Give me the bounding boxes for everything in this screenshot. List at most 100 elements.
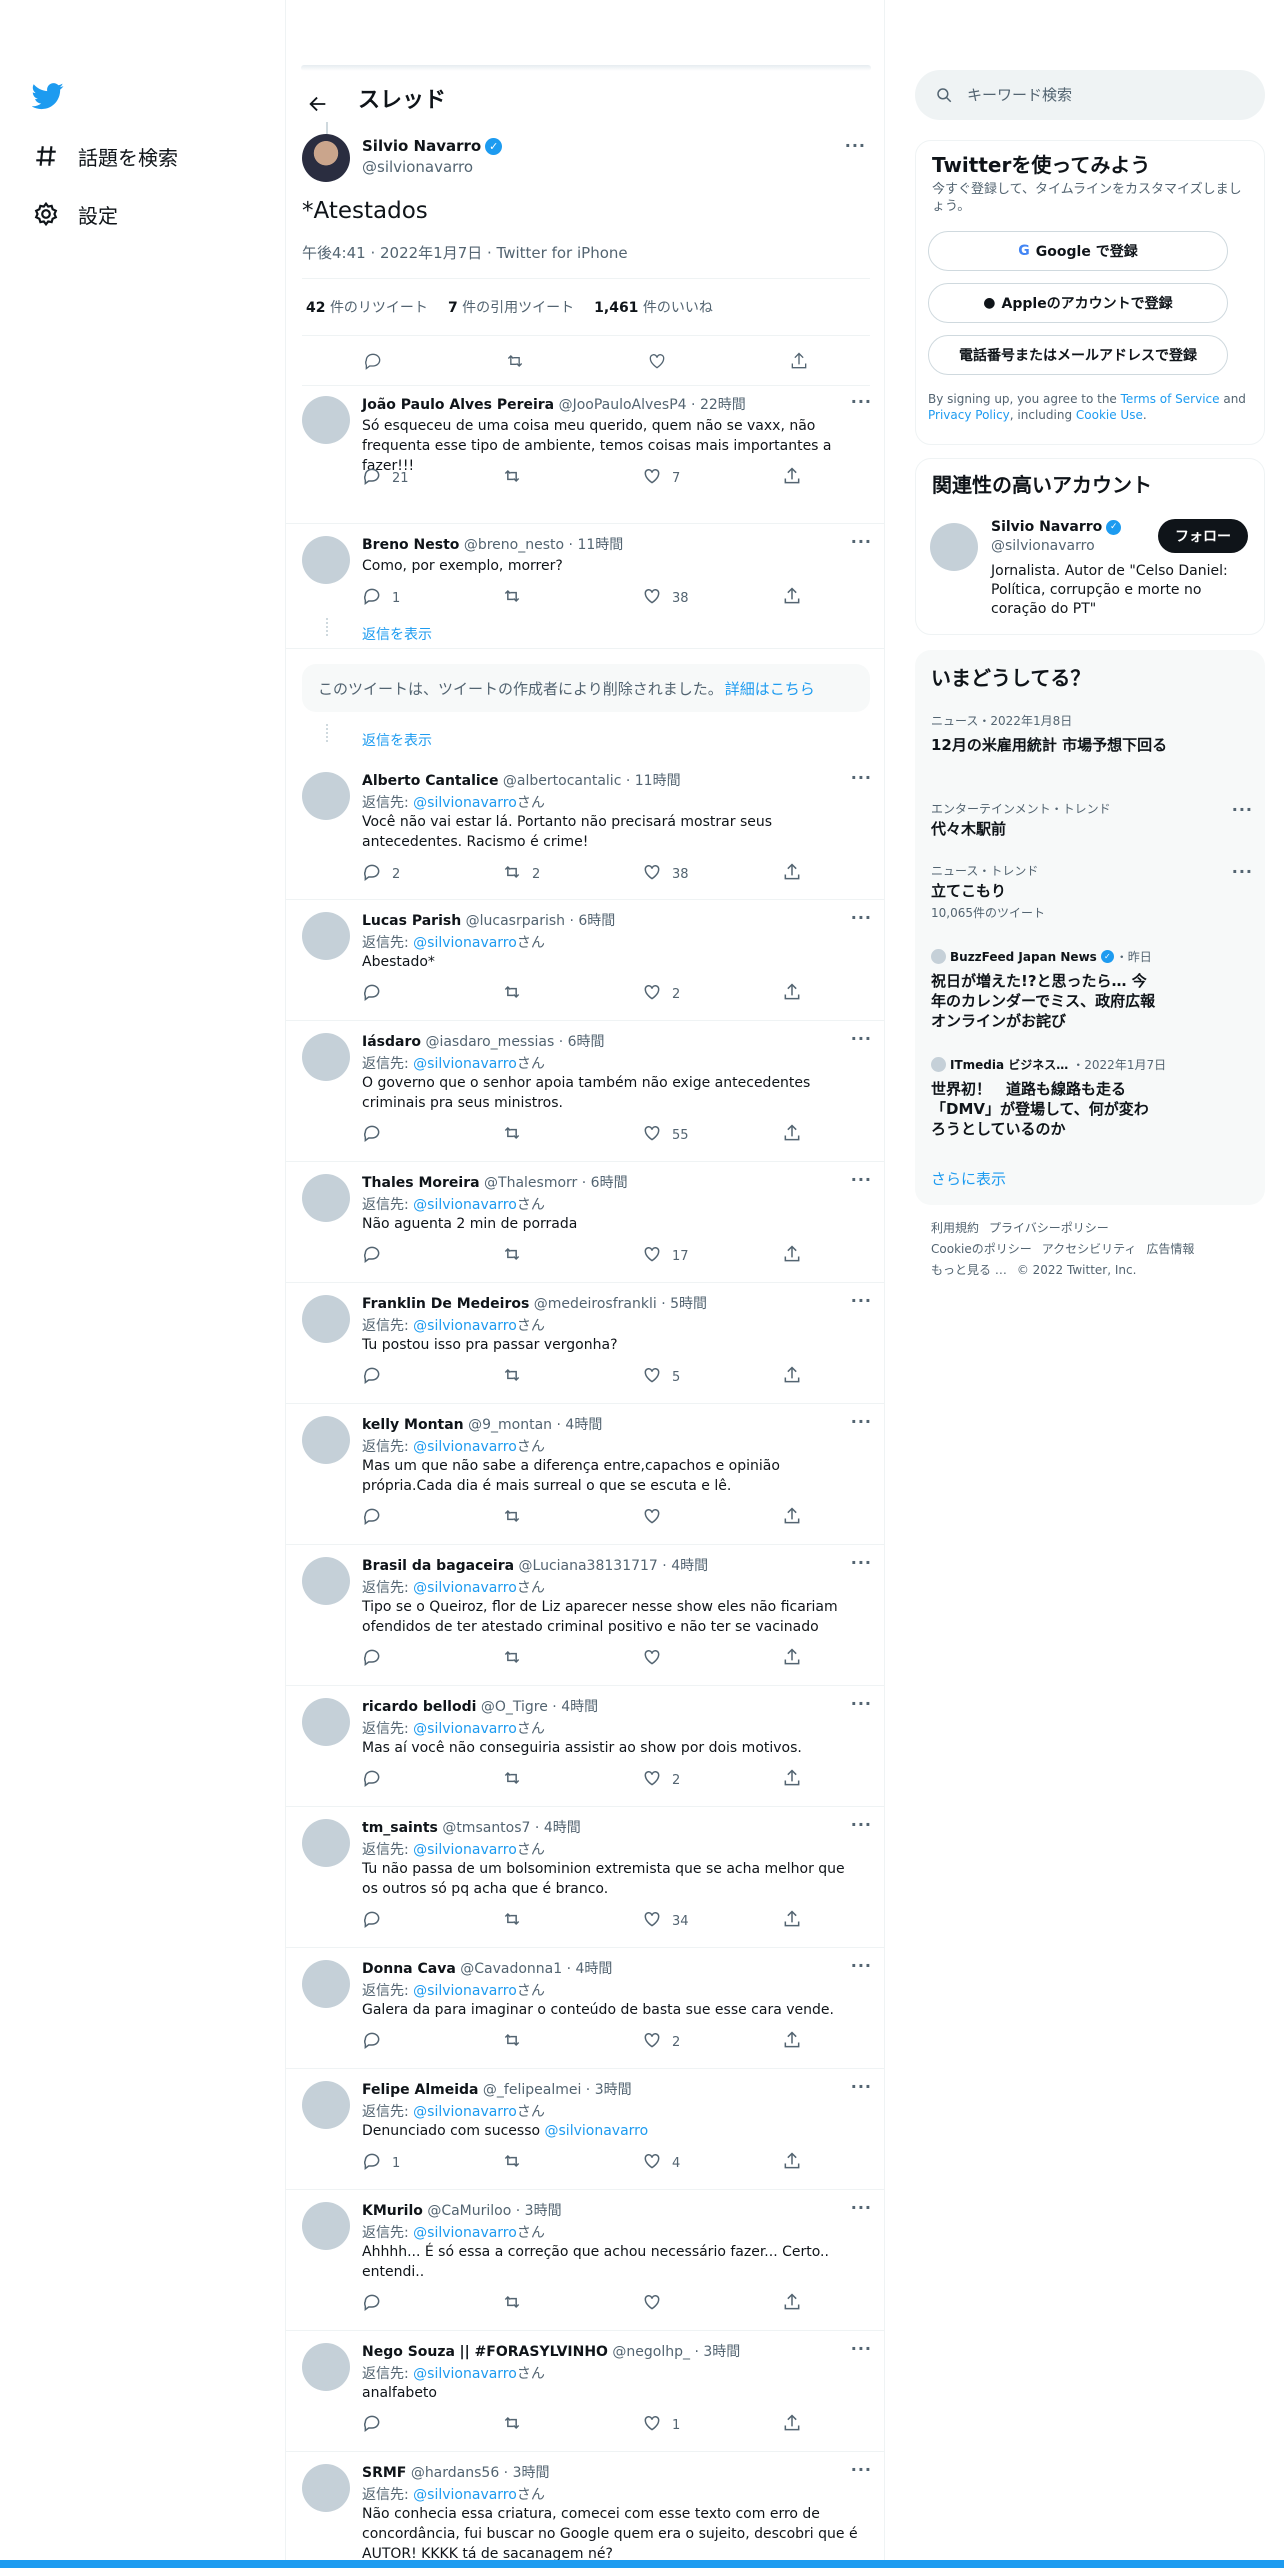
back-arrow-icon[interactable] (302, 88, 334, 120)
more-options-icon[interactable]: ··· (851, 2460, 872, 2479)
reply-button[interactable]: 1 (362, 2151, 472, 2175)
retweet-button[interactable] (502, 2151, 612, 2175)
show-replies-link[interactable]: 返信を表示 (362, 730, 432, 750)
reply-button[interactable] (362, 1909, 472, 1933)
reply-author-handle[interactable]: @_felipealmei (483, 2082, 581, 2098)
share-button[interactable] (782, 1244, 802, 1268)
reply-author-handle[interactable]: @iasdaro_messias (425, 1034, 554, 1050)
reply-time[interactable]: 4時間 (576, 1961, 613, 1977)
replying-to-handle[interactable]: @silvionavarro (413, 935, 517, 951)
reply-author-handle[interactable]: @breno_nesto (464, 537, 564, 553)
replying-to-handle[interactable]: @silvionavarro (413, 2104, 517, 2120)
reply-button[interactable] (362, 1506, 472, 1530)
replying-to-handle[interactable]: @silvionavarro (413, 2366, 517, 2382)
retweet-button[interactable] (502, 1244, 612, 1268)
more-options-icon[interactable]: ··· (851, 1815, 872, 1834)
reply-author-name[interactable]: SRMF (362, 2465, 406, 2481)
reply-author-handle[interactable]: @tmsantos7 (442, 1820, 530, 1836)
reply-button[interactable]: 1 (362, 586, 472, 610)
reply-button[interactable]: 21 (362, 466, 472, 490)
avatar[interactable] (302, 1295, 350, 1343)
more-options-icon[interactable]: ··· (851, 1029, 872, 1048)
more-options-icon[interactable]: ··· (851, 1694, 872, 1713)
reply-author-handle[interactable]: @lucasrparish (466, 913, 565, 929)
share-icon[interactable] (789, 351, 809, 371)
footer-link[interactable]: 利用規約 (931, 1221, 979, 1235)
reply-author-handle[interactable]: @O_Tigre (481, 1699, 548, 1715)
cookie-use-link[interactable]: Cookie Use (1076, 408, 1143, 422)
author-name[interactable]: Silvio Navarro ✓ (362, 137, 503, 155)
reply-time[interactable]: 11時間 (635, 773, 681, 789)
like-button[interactable] (642, 1647, 752, 1671)
share-button[interactable] (782, 1123, 802, 1147)
retweet-button[interactable] (502, 586, 612, 610)
follow-button[interactable]: フォロー (1158, 519, 1248, 553)
replying-to-handle[interactable]: @silvionavarro (413, 1318, 517, 1334)
like-button[interactable]: 2 (642, 1768, 752, 1792)
like-icon[interactable] (647, 351, 667, 371)
reply-time[interactable]: 4時間 (565, 1417, 602, 1433)
like-button[interactable]: 1 (642, 2413, 752, 2437)
share-button[interactable] (782, 2151, 802, 2175)
reply-button[interactable] (362, 982, 472, 1006)
reply-author-name[interactable]: Lucas Parish (362, 913, 461, 929)
avatar[interactable] (302, 2343, 350, 2391)
retweet-icon[interactable] (505, 351, 525, 371)
like-button[interactable] (642, 2292, 752, 2316)
like-button[interactable]: 38 (642, 862, 752, 886)
more-options-icon[interactable]: ··· (851, 1412, 872, 1431)
footer-link[interactable]: 広告情報 (1146, 1242, 1194, 1256)
reply-time[interactable]: 3時間 (513, 2465, 550, 2481)
reply-author-handle[interactable]: @Luciana38131717 (519, 1558, 658, 1574)
avatar[interactable] (302, 1960, 350, 2008)
retweet-button[interactable]: 2 (502, 862, 612, 886)
retweet-button[interactable] (502, 1506, 612, 1530)
avatar[interactable] (302, 1819, 350, 1867)
reply-icon[interactable] (363, 351, 383, 371)
reply-tweet[interactable]: João Paulo Alves Pereira @JooPauloAlvesP… (286, 384, 884, 524)
reply-author-name[interactable]: Donna Cava (362, 1961, 456, 1977)
footer-link[interactable]: Cookieのポリシー (931, 1242, 1032, 1256)
reply-tweet[interactable]: kelly Montan @9_montan · 4時間 ··· 返信先: @s… (286, 1404, 884, 1545)
avatar[interactable] (302, 1698, 350, 1746)
reply-time[interactable]: 22時間 (700, 397, 746, 413)
reply-tweet[interactable]: Thales Moreira @Thalesmorr · 6時間 ··· 返信先… (286, 1162, 884, 1283)
relevant-account[interactable]: Silvio Navarro ✓ @silvionavarro フォロー Jorn… (916, 509, 1266, 629)
reply-time[interactable]: 6時間 (578, 913, 615, 929)
more-options-icon[interactable]: ··· (851, 2077, 872, 2096)
retweet-button[interactable] (502, 2030, 612, 2054)
reply-button[interactable]: 2 (362, 862, 472, 886)
quote-count[interactable]: 7 件の引用ツイート (448, 297, 574, 317)
reply-tweet[interactable]: Nego Souza || #FORASYLVINHO @negolhp_ · … (286, 2331, 884, 2452)
share-button[interactable] (782, 1365, 802, 1389)
reply-author-name[interactable]: Franklin De Medeiros (362, 1296, 529, 1312)
avatar[interactable] (302, 1174, 350, 1222)
avatar[interactable] (302, 1557, 350, 1605)
reply-tweet[interactable]: tm_saints @tmsantos7 · 4時間 ··· 返信先: @sil… (286, 1807, 884, 1948)
reply-button[interactable] (362, 2413, 472, 2437)
show-more-link[interactable]: さらに表示 (931, 1168, 1006, 1189)
like-button[interactable]: 34 (642, 1909, 752, 1933)
reply-time[interactable]: 4時間 (671, 1558, 708, 1574)
replying-to-handle[interactable]: @silvionavarro (413, 2225, 517, 2241)
more-options-icon[interactable]: ··· (851, 392, 872, 411)
news-item[interactable]: ITmedia ビジネス… ・2022年1月7日 世界初！ 道路も線路も走る「DM… (931, 1056, 1251, 1139)
reply-time[interactable]: 4時間 (544, 1820, 581, 1836)
more-options-icon[interactable]: ··· (851, 768, 872, 787)
share-button[interactable] (782, 2413, 802, 2437)
reply-author-handle[interactable]: @negolhp_ (612, 2344, 690, 2360)
privacy-policy-link[interactable]: Privacy Policy (928, 408, 1010, 422)
footer-link[interactable]: プライバシーポリシー (989, 1221, 1109, 1235)
reply-author-name[interactable]: Thales Moreira (362, 1175, 480, 1191)
trend-item[interactable]: ニュース・2022年1月8日 12月の米雇用統計 市場予想下回る (931, 712, 1251, 755)
reply-time[interactable]: 6時間 (568, 1034, 605, 1050)
reply-tweet[interactable]: Lucas Parish @lucasrparish · 6時間 ··· 返信先… (286, 900, 884, 1021)
replying-to-handle[interactable]: @silvionavarro (413, 2487, 517, 2503)
reply-author-name[interactable]: João Paulo Alves Pereira (362, 397, 554, 413)
share-button[interactable] (782, 1768, 802, 1792)
reply-tweet[interactable]: Felipe Almeida @_felipealmei · 3時間 ··· 返… (286, 2069, 884, 2190)
reply-button[interactable] (362, 1244, 472, 1268)
relevant-handle[interactable]: @silvionavarro (991, 538, 1095, 554)
reply-author-name[interactable]: kelly Montan (362, 1417, 464, 1433)
google-signup-button[interactable]: G Google で登録 (928, 231, 1228, 271)
